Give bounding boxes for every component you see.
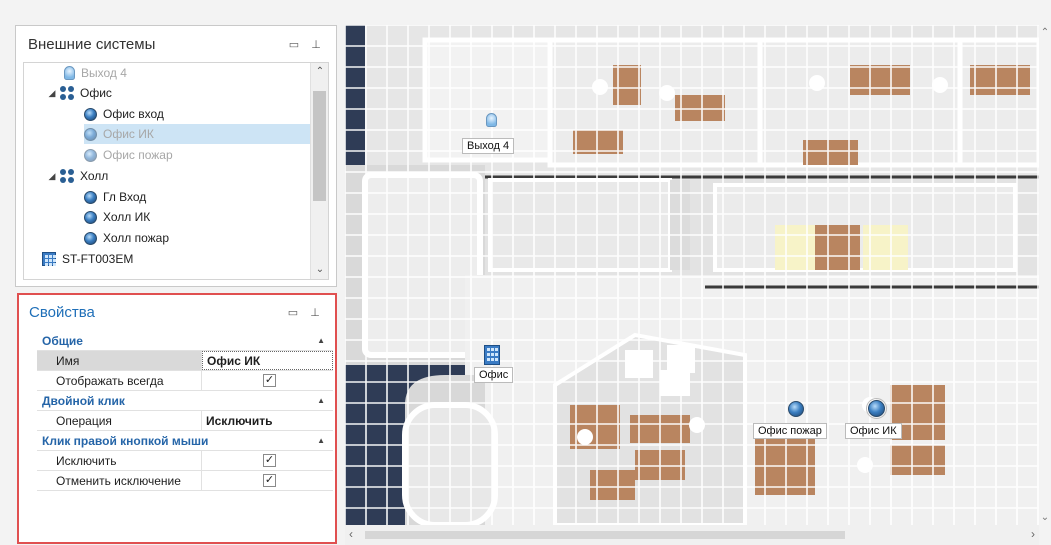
collapse-arrow-icon[interactable]: ◢ [46,88,58,99]
tree-item-label: Холл ИК [103,210,151,224]
tree-item-label: Холл пожар [103,231,170,245]
scroll-down-icon[interactable]: ⌄ [1039,512,1051,523]
always-show-checkbox[interactable]: ✓ [263,374,276,387]
maximize-icon[interactable]: ▭ [287,306,299,319]
property-grid: Общие ▲ Имя Офис ИК Отображать всегда ✓ … [37,331,333,491]
pin-icon[interactable]: ⊥ [309,306,321,319]
tree-item-label: Офис [80,86,112,100]
map-horizontal-scrollbar[interactable]: ‹ › [345,525,1039,545]
floor-plan-map[interactable]: Выход 4 Офис Офис пожар Офис ИК [345,25,1039,525]
zone-icon [84,127,97,141]
property-name: Операция [37,411,202,430]
bulb-icon [64,66,75,80]
external-systems-header: Внешние системы ▭ ⊥ [16,26,336,62]
map-label-exit[interactable]: Выход 4 [462,138,515,154]
group-icon [60,169,74,183]
operation-field[interactable]: Исключить [202,411,333,430]
tree-item-office[interactable]: ◢ Офис [46,83,312,103]
tree-item-main-entry[interactable]: Гл Вход [84,187,312,207]
pin-icon[interactable]: ⊥ [310,38,322,51]
scroll-thumb[interactable] [365,531,845,539]
tree-item-label: Офис ИК [103,127,154,141]
scroll-thumb[interactable] [313,91,326,201]
tree-item-label: Офис пожар [103,148,173,162]
properties-header: Свойства ▭ ⊥ [19,295,335,329]
category-double-click[interactable]: Двойной клик ▲ [37,391,333,411]
zone-icon [84,107,97,121]
map-vertical-scrollbar[interactable]: ⌃ ⌄ [1039,25,1051,525]
scroll-right-icon[interactable]: › [1031,527,1035,541]
property-row-always-show[interactable]: Отображать всегда ✓ [37,371,333,391]
zone-icon [84,231,97,245]
office-fire-zone-icon[interactable] [788,401,804,417]
tree-item-label: ST-FT003EM [62,252,134,266]
tree-item-office-fire[interactable]: Офис пожар [84,145,312,165]
tree-item-exit[interactable]: Выход 4 [64,63,312,83]
tree-scrollbar[interactable]: ⌃ ⌄ [310,63,328,279]
map-label-office-fire[interactable]: Офис пожар [753,423,827,439]
group-icon [60,86,74,100]
scroll-up-icon[interactable]: ⌃ [1039,27,1051,38]
name-field[interactable]: Офис ИК [202,351,333,370]
collapse-icon[interactable]: ▲ [317,396,325,405]
office-ir-zone-icon[interactable] [866,398,887,419]
tree-item-label: Выход 4 [81,66,127,80]
property-row-operation[interactable]: Операция Исключить [37,411,333,431]
map-label-office[interactable]: Офис [474,367,514,383]
app-window: Внешние системы ▭ ⊥ Выход 4 ◢ Офис Офис … [0,0,1051,545]
tree-item-office-ir[interactable]: Офис ИК [84,124,312,144]
external-systems-title: Внешние системы [28,35,156,53]
zone-icon [84,210,97,224]
scroll-down-icon[interactable]: ⌄ [311,261,328,279]
property-row-exclude[interactable]: Исключить ✓ [37,451,333,471]
category-general[interactable]: Общие ▲ [37,331,333,351]
zone-icon [84,148,97,162]
category-right-click[interactable]: Клик правой кнопкой мыши ▲ [37,431,333,451]
property-name: Исключить [37,451,202,470]
collapse-icon[interactable]: ▲ [317,336,325,345]
cancel-exclude-checkbox[interactable]: ✓ [263,474,276,487]
category-label: Двойной клик [42,393,125,408]
external-systems-panel: Внешние системы ▭ ⊥ Выход 4 ◢ Офис Офис … [15,25,337,287]
category-label: Клик правой кнопкой мыши [42,433,209,448]
property-row-cancel-exclude[interactable]: Отменить исключение ✓ [37,471,333,491]
office-device-icon[interactable] [484,345,500,365]
device-icon [42,252,56,266]
map-label-office-ir[interactable]: Офис ИК [845,423,902,439]
tree-item-hall-ir[interactable]: Холл ИК [84,207,312,227]
exit-bulb-icon[interactable] [486,113,497,127]
tree-item-hall-fire[interactable]: Холл пожар [84,228,312,248]
property-name: Отображать всегда [37,371,202,390]
tree-item-label: Офис вход [103,107,164,121]
tree-item-label: Холл [80,169,109,183]
property-name: Имя [37,351,202,370]
tree-item-hall[interactable]: ◢ Холл [46,166,312,186]
floor-plan-image [345,25,1039,525]
tree-item-label: Гл Вход [103,190,147,204]
properties-panel: Свойства ▭ ⊥ Общие ▲ Имя Офис ИК Отображ… [17,293,337,544]
collapse-icon[interactable]: ▲ [317,436,325,445]
property-name: Отменить исключение [37,471,202,490]
property-row-name[interactable]: Имя Офис ИК [37,351,333,371]
collapse-arrow-icon[interactable]: ◢ [46,171,58,182]
properties-title: Свойства [29,303,95,321]
zone-icon [84,190,97,204]
external-systems-tree[interactable]: Выход 4 ◢ Офис Офис вход Офис ИК Офис по… [23,62,329,280]
tree-item-device[interactable]: ST-FT003EM [42,249,312,269]
exclude-checkbox[interactable]: ✓ [263,454,276,467]
scroll-left-icon[interactable]: ‹ [349,527,353,541]
category-label: Общие [42,333,83,348]
tree-item-office-entry[interactable]: Офис вход [84,104,312,124]
maximize-icon[interactable]: ▭ [288,38,300,51]
scroll-up-icon[interactable]: ⌃ [311,63,328,81]
